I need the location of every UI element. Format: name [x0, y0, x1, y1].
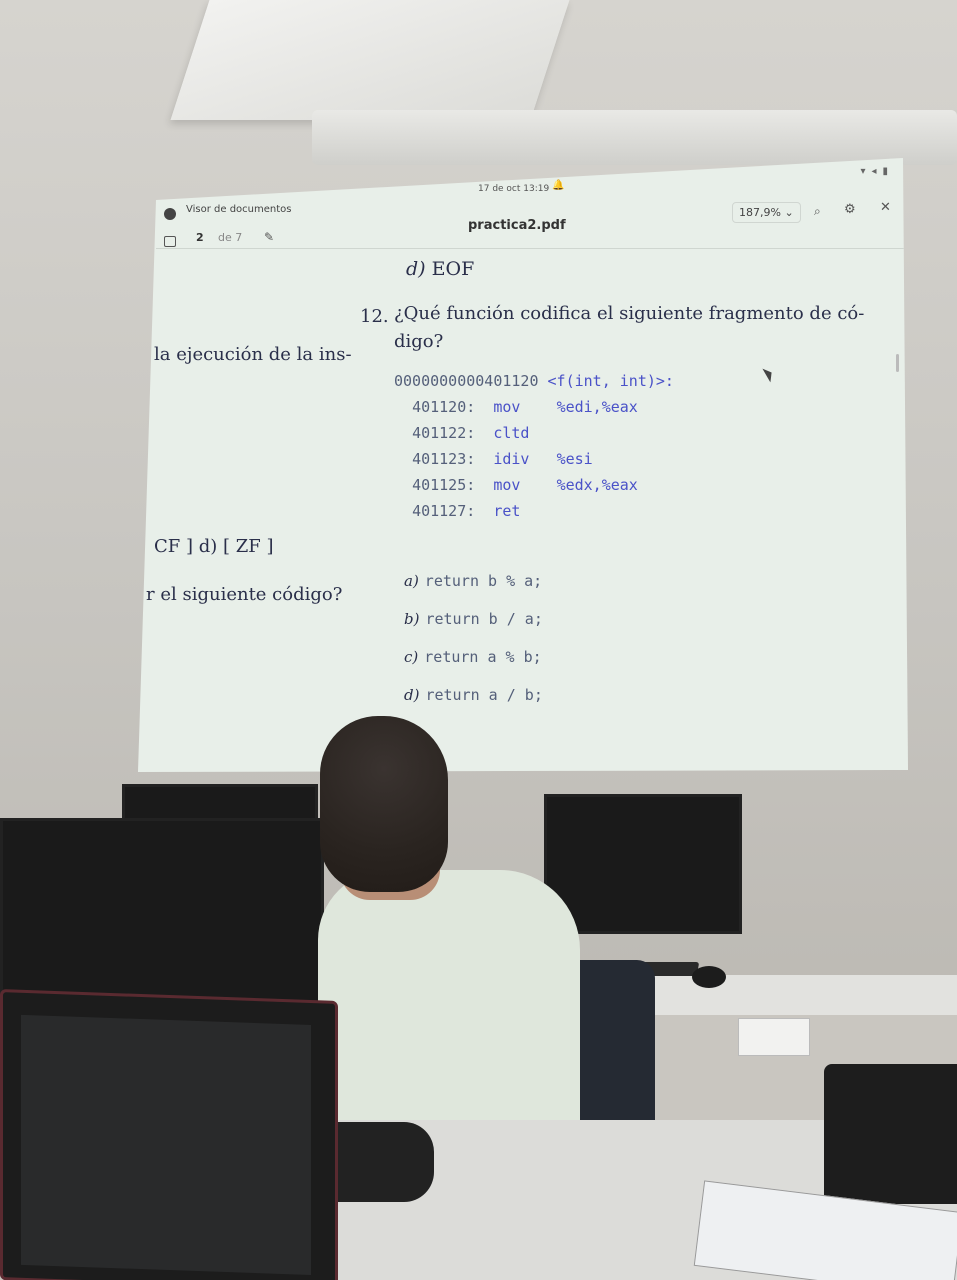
question-number: 12.: [360, 306, 389, 327]
zoom-value: 187,9%: [739, 206, 781, 219]
left-column-fragment: r el siguiente código?: [146, 584, 343, 605]
code-args: %edi,%eax: [556, 398, 638, 416]
code-address: 0000000000401120: [394, 372, 548, 390]
question-text: ¿Qué función codifica el siguiente fragm…: [394, 303, 865, 352]
pdf-page: d) EOF 12. ¿Qué función codifica el sigu…: [138, 248, 908, 772]
sidebar-toggle-button[interactable]: [164, 236, 176, 247]
answer-options: a) return b % a; b) return b / a; c) return…: [404, 562, 543, 714]
laptop: [0, 989, 338, 1280]
code-row: 401125: mov %edx,%eax: [394, 472, 674, 498]
code-header: 0000000000401120 <f(int, int)>:: [394, 368, 674, 394]
code-opcode: mov: [493, 398, 530, 416]
option-text: EOF: [431, 258, 475, 280]
monitor: [544, 794, 742, 934]
page-number-input[interactable]: 2: [196, 231, 204, 244]
laptop-screen: [21, 1014, 311, 1275]
left-column-fragment: la ejecución de la ins-: [154, 344, 352, 365]
mouse-pointer-icon: [762, 365, 776, 383]
code-opcode: ret: [493, 502, 530, 520]
page-total-label: de 7: [218, 231, 243, 244]
assembly-listing: 0000000000401120 <f(int, int)>: 401120: …: [394, 368, 674, 524]
pencil-icon[interactable]: ✎: [264, 230, 274, 244]
document-title: practica2.pdf: [468, 218, 566, 233]
answer-letter: b): [404, 610, 420, 628]
system-tray-icons[interactable]: ▾◂▮: [860, 166, 894, 177]
answer-option: b) return b / a;: [404, 600, 543, 638]
code-opcode: cltd: [493, 424, 530, 442]
viewer-titlebar: Visor de documentos 2 de 7 ✎ practica2.p…: [156, 200, 904, 249]
code-row: 401123: idiv %esi: [394, 446, 674, 472]
scrollbar[interactable]: [896, 354, 899, 372]
search-icon[interactable]: ⌕: [814, 204, 821, 219]
answer-option: c) return a % b;: [404, 638, 543, 676]
answer-letter: a): [404, 572, 419, 590]
app-icon: [164, 208, 176, 220]
answer-letter: d): [404, 686, 420, 704]
code-address: 401123:: [412, 450, 476, 468]
clock[interactable]: 17 de oct 13:19: [478, 184, 549, 194]
function-signature: <f(int, int)>:: [547, 372, 674, 390]
gear-icon[interactable]: ⚙: [844, 202, 856, 217]
computer-mouse: [692, 966, 726, 988]
code-row: 401127: ret: [394, 498, 674, 524]
left-column-fragment: CF ] d) [ ZF ]: [154, 536, 274, 557]
answer-text: return b / a;: [425, 610, 543, 628]
answer-letter: c): [404, 648, 419, 666]
classroom-scene: 17 de oct 13:19 🔔 ▾◂▮ Visor de documento…: [0, 0, 957, 1280]
code-address: 401120:: [412, 398, 476, 416]
projection-screen: 17 de oct 13:19 🔔 ▾◂▮ Visor de documento…: [138, 158, 908, 772]
answer-text: return b % a;: [424, 572, 543, 590]
student-head: [320, 716, 448, 892]
bell-icon: 🔔: [552, 180, 565, 191]
code-address: 401125:: [412, 476, 476, 494]
code-opcode: mov: [493, 476, 530, 494]
monitor: [0, 818, 324, 1010]
previous-option: d) EOF: [406, 258, 474, 280]
code-row: 401122: cltd: [394, 420, 674, 446]
code-opcode: idiv: [493, 450, 530, 468]
code-args: %esi: [556, 450, 593, 468]
projector-rail: [312, 110, 957, 165]
close-icon[interactable]: ✕: [880, 200, 891, 215]
answer-option: d) return a / b;: [404, 676, 543, 714]
code-row: 401120: mov %edi,%eax: [394, 394, 674, 420]
power-outlet: [738, 1018, 810, 1056]
tablet: [824, 1064, 957, 1204]
answer-option: a) return b % a;: [404, 562, 543, 600]
answer-text: return a / b;: [425, 686, 543, 704]
chevron-down-icon: ⌄: [784, 206, 794, 219]
answer-text: return a % b;: [424, 648, 542, 666]
code-address: 401127:: [412, 502, 476, 520]
zoom-dropdown[interactable]: 187,9% ⌄: [732, 202, 801, 223]
option-letter: d): [406, 258, 426, 280]
ceiling-beam: [170, 0, 570, 120]
app-title: Visor de documentos: [186, 204, 292, 215]
code-address: 401122:: [412, 424, 476, 442]
code-args: %edx,%eax: [556, 476, 638, 494]
